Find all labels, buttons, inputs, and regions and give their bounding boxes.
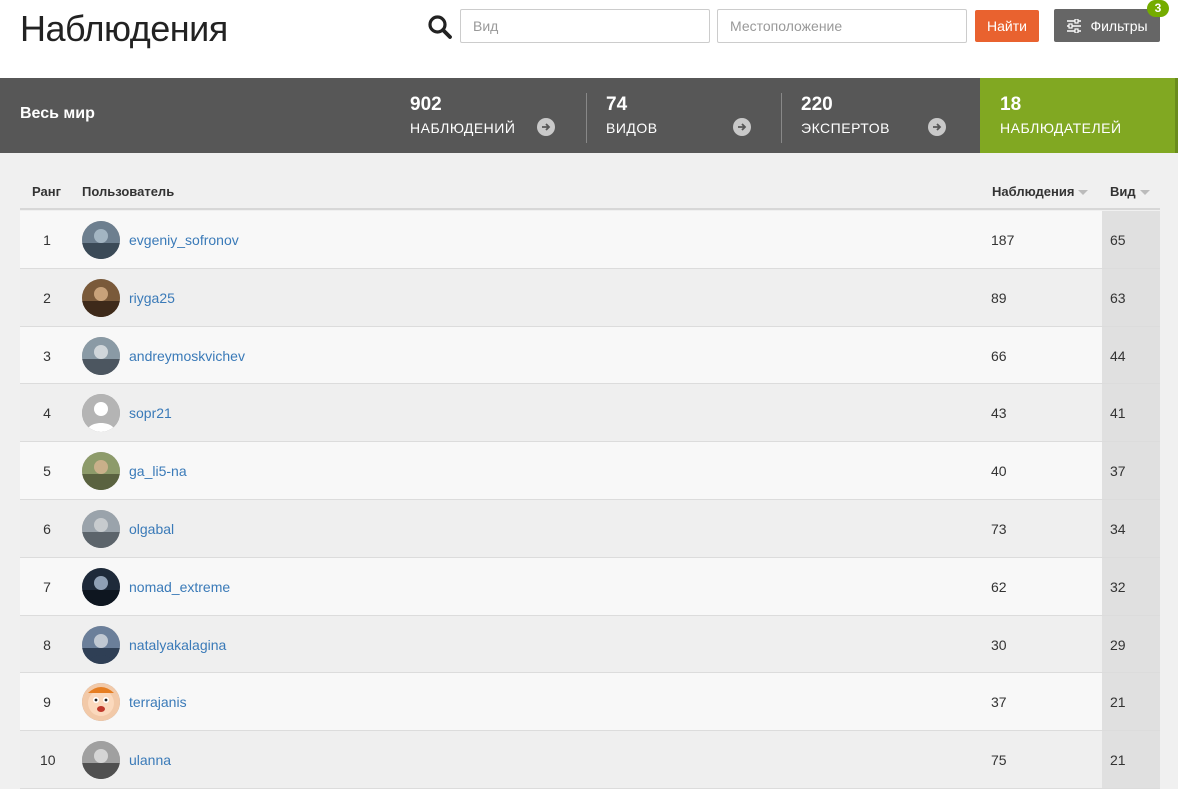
table-row: 10 ulanna 75 21 — [20, 731, 1160, 789]
user-login-link[interactable]: olgabal — [129, 521, 174, 537]
filters-label: Фильтры — [1090, 17, 1148, 34]
column-rank: Ранг — [32, 184, 61, 199]
species-count: 63 — [1110, 289, 1126, 306]
stat-value: 902 — [410, 94, 442, 115]
user-login-link[interactable]: ulanna — [129, 752, 171, 768]
rank-cell: 1 — [43, 232, 51, 248]
observations-count: 62 — [991, 578, 1007, 595]
column-species-label: Вид — [1110, 184, 1136, 199]
sort-caret-icon — [1139, 190, 1150, 195]
column-observations-sort[interactable]: Наблюдения — [992, 184, 1089, 199]
place-search-input[interactable] — [717, 9, 967, 43]
species-count: 37 — [1110, 463, 1126, 480]
divider — [586, 93, 587, 143]
observations-count: 37 — [991, 694, 1007, 711]
observations-count: 89 — [991, 289, 1007, 306]
species-count: 32 — [1110, 578, 1126, 595]
rank-cell: 4 — [43, 405, 51, 422]
user-login-link[interactable]: andreymoskvichev — [129, 348, 245, 364]
rank-cell: 9 — [43, 694, 51, 711]
stat-observers-active[interactable]: 18 НАБЛЮДАТЕЛЕЙ — [980, 78, 1178, 153]
user-login-link[interactable]: ga_li5-na — [129, 463, 187, 479]
rank-cell: 3 — [43, 347, 51, 364]
stats-bar: Весь мир 902 НАБЛЮДЕНИЙ 74 ВИДОВ 220 ЭКС… — [0, 78, 1178, 153]
filters-count-badge: 3 — [1147, 0, 1169, 17]
user-login-link[interactable]: riyga25 — [129, 290, 175, 306]
stat-experts[interactable]: 220 ЭКСПЕРТОВ — [781, 78, 976, 153]
user-login-link[interactable]: evgeniy_sofronov — [129, 232, 239, 248]
avatar[interactable] — [82, 221, 120, 259]
table-row: 7 nomad_extreme 62 32 — [20, 557, 1160, 616]
user-login-link[interactable]: sopr21 — [129, 405, 172, 421]
table-row: 8 natalyakalagina 30 29 — [20, 615, 1160, 674]
arrow-right-icon[interactable] — [537, 118, 555, 136]
arrow-right-icon[interactable] — [928, 118, 946, 136]
rank-cell: 6 — [43, 520, 51, 537]
user-login-link[interactable]: terrajanis — [129, 694, 187, 710]
table-row: 2 riyga25 89 63 — [20, 268, 1160, 327]
stat-observations[interactable]: 902 НАБЛЮДЕНИЙ — [390, 78, 585, 153]
avatar[interactable] — [82, 452, 120, 491]
table-row: 5 ga_li5-na 40 37 — [20, 442, 1160, 500]
avatar[interactable] — [82, 741, 120, 780]
stat-value: 74 — [606, 94, 628, 115]
species-count: 21 — [1110, 752, 1126, 769]
column-observations-label: Наблюдения — [992, 184, 1075, 199]
observations-count: 40 — [991, 463, 1007, 480]
species-count: 34 — [1110, 520, 1126, 537]
stat-value: 220 — [801, 94, 833, 115]
stat-label: ЭКСПЕРТОВ — [801, 120, 890, 136]
observers-table-area: Ранг Пользователь Наблюдения Вид 1 evgeni… — [0, 153, 1178, 789]
species-count: 65 — [1110, 232, 1126, 248]
user-login-link[interactable]: nomad_extreme — [129, 579, 230, 595]
sliders-icon — [1067, 18, 1082, 33]
species-count: 44 — [1110, 347, 1126, 364]
observations-count: 43 — [991, 405, 1007, 422]
avatar[interactable] — [82, 567, 120, 606]
arrow-right-icon[interactable] — [733, 118, 751, 136]
divider — [781, 93, 782, 143]
avatar[interactable] — [82, 509, 120, 548]
table-row: 4 sopr21 43 41 — [20, 384, 1160, 443]
observations-count: 73 — [991, 520, 1007, 537]
rank-cell: 7 — [43, 578, 51, 595]
species-count: 21 — [1110, 694, 1126, 711]
page-title: Наблюдения — [20, 8, 228, 49]
filters-button[interactable]: Фильтры — [1054, 9, 1160, 42]
rank-cell: 2 — [43, 289, 51, 306]
rank-cell: 10 — [40, 752, 56, 769]
avatar[interactable] — [82, 683, 120, 722]
observations-count: 66 — [991, 347, 1007, 364]
stat-species[interactable]: 74 ВИДОВ — [586, 78, 781, 153]
species-count: 29 — [1110, 636, 1126, 653]
table-header: Ранг Пользователь Наблюдения Вид — [20, 173, 1160, 210]
avatar[interactable] — [82, 278, 120, 317]
table-body: 1 evgeniy_sofronov 187 65 2 riyga25 89 63 3 andre… — [20, 211, 1160, 789]
stat-value: 18 — [1000, 94, 1022, 115]
sort-caret-icon — [1078, 190, 1089, 195]
default-user-icon[interactable] — [82, 394, 120, 433]
rank-cell: 5 — [43, 463, 51, 480]
avatar[interactable] — [82, 336, 120, 375]
table-row: 9 terrajanis 37 21 — [20, 673, 1160, 732]
rank-cell: 8 — [43, 636, 51, 653]
observations-count: 30 — [991, 636, 1007, 653]
species-count: 41 — [1110, 405, 1126, 422]
stat-label: НАБЛЮДАТЕЛЕЙ — [1000, 120, 1122, 136]
taxon-search-input[interactable] — [460, 9, 710, 43]
observations-count: 75 — [991, 752, 1007, 769]
user-login-link[interactable]: natalyakalagina — [129, 637, 226, 653]
search-button[interactable]: Найти — [975, 10, 1039, 42]
table-row: 3 andreymoskvichev 66 44 — [20, 326, 1160, 385]
table-row: 1 evgeniy_sofronov 187 65 — [20, 211, 1160, 269]
column-user: Пользователь — [82, 184, 175, 199]
column-species-sort[interactable]: Вид — [1110, 184, 1150, 199]
stat-label: ВИДОВ — [606, 120, 658, 136]
stat-label: НАБЛЮДЕНИЙ — [410, 120, 516, 136]
avatar[interactable] — [82, 625, 120, 664]
table-row: 6 olgabal 73 34 — [20, 499, 1160, 558]
place-name: Весь мир — [20, 105, 95, 122]
search-icon — [428, 15, 452, 39]
observations-count: 187 — [991, 232, 1015, 248]
